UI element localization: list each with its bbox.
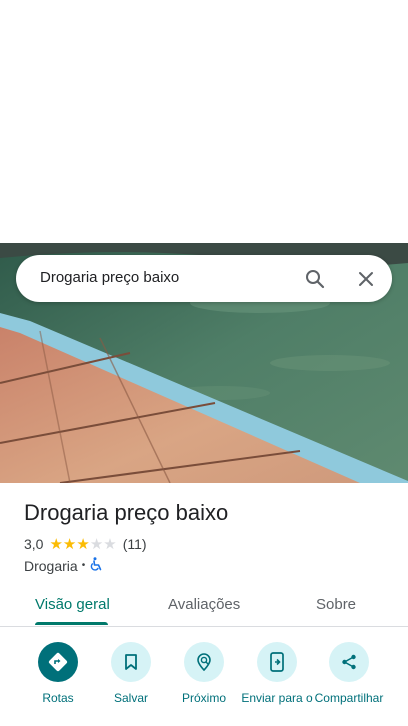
star-icon: ★ xyxy=(49,535,63,553)
rating-value: 3,0 xyxy=(24,536,44,552)
bookmark-icon xyxy=(111,642,151,682)
save-label: Salvar xyxy=(113,691,148,705)
nearby-button[interactable]: Próximo xyxy=(167,642,241,705)
tab-overview[interactable]: Visão geral xyxy=(35,596,110,613)
star-icon: ★ xyxy=(103,535,117,553)
star-icon: ★ xyxy=(76,535,90,553)
tab-bar: Visão geral Avaliações Sobre xyxy=(0,588,408,626)
search-bar[interactable]: Drogaria preço baixo xyxy=(16,255,392,302)
share-icon xyxy=(329,642,369,682)
save-button[interactable]: Salvar xyxy=(94,642,168,705)
directions-label: Rotas xyxy=(42,691,74,705)
category-label: Drogaria xyxy=(24,557,78,574)
search-input[interactable]: Drogaria preço baixo xyxy=(40,269,179,286)
category-row: Drogaria • xyxy=(24,557,103,574)
tab-reviews[interactable]: Avaliações xyxy=(168,596,240,613)
send-to-phone-button[interactable]: Enviar para o xyxy=(240,642,314,705)
place-title: Drogaria preço baixo xyxy=(24,500,229,525)
search-icon[interactable] xyxy=(301,265,329,293)
rating-stars: ★ ★ ★ ★ ★ xyxy=(49,537,116,552)
share-label: Compartilhar xyxy=(314,691,384,705)
tab-divider xyxy=(0,626,408,627)
nearby-label: Próximo xyxy=(181,691,226,705)
send-to-phone-icon xyxy=(257,642,297,682)
rating-row[interactable]: 3,0 ★ ★ ★ ★ ★ (11) xyxy=(24,536,147,552)
action-bar: Rotas Salvar Próximo Enviar para o Compa… xyxy=(0,640,408,726)
active-tab-indicator xyxy=(35,622,108,625)
wheelchair-accessible-icon xyxy=(89,557,103,574)
directions-button[interactable]: Rotas xyxy=(21,642,95,705)
share-button[interactable]: Compartilhar xyxy=(312,642,386,705)
star-icon: ★ xyxy=(89,535,104,553)
map-blank-area xyxy=(0,0,408,243)
directions-icon xyxy=(38,642,78,682)
nearby-icon xyxy=(184,642,224,682)
send-to-phone-label: Enviar para o xyxy=(241,691,313,705)
tab-about[interactable]: Sobre xyxy=(316,596,356,613)
review-count: (11) xyxy=(122,536,147,552)
star-icon: ★ xyxy=(62,535,77,553)
separator: • xyxy=(81,560,86,571)
close-icon[interactable] xyxy=(352,265,380,293)
